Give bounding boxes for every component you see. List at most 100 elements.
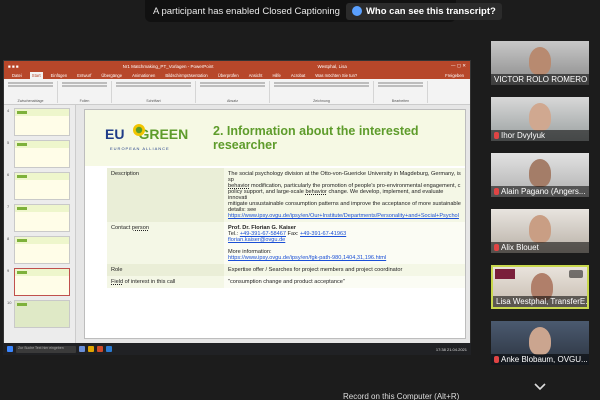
windows-start-icon[interactable]: [7, 346, 13, 352]
row-label: Description: [107, 168, 224, 222]
participant-name-label: Alain Pagano (Angers...: [491, 186, 589, 197]
powerpoint-icon[interactable]: [97, 346, 103, 352]
user-name: Westphal, Lisa: [317, 63, 347, 69]
window-title: Nr1 Matchmaking_PT_Vorlagen - PowerPoint: [122, 63, 214, 69]
fax-link[interactable]: +49-391-67-41963: [300, 231, 346, 237]
thumbnail: [14, 300, 70, 328]
thumbnail-slide-selected[interactable]: 9: [7, 268, 72, 296]
thumbnail-slide[interactable]: 8: [7, 236, 72, 264]
table-row: Field of interest in this call "consumpt…: [107, 276, 465, 288]
closed-caption-banner: A participant has enabled Closed Caption…: [145, 0, 502, 22]
slide-title: 2. Information about the interested rese…: [213, 124, 419, 152]
more-info-link[interactable]: https://www.ipsy.ovgu.de/ipsy/en/fgk-pat…: [228, 255, 386, 261]
participant-tile[interactable]: Anke Blobaum, OVGU...: [491, 321, 589, 365]
ribbon-group-font[interactable]: Schriftart: [116, 81, 196, 103]
tell-me-search[interactable]: Was möchten Sie tun?: [313, 72, 359, 79]
researcher-info-table: Description The social psychology divisi…: [107, 168, 465, 288]
thumbnail: [14, 108, 70, 136]
participant-video: [529, 327, 551, 355]
muted-mic-icon: [494, 132, 499, 139]
participant-tile[interactable]: Ihor Dvylyuk: [491, 97, 589, 141]
table-row: Role Expertise offer / Searches for proj…: [107, 264, 465, 276]
thumbnail: [14, 140, 70, 168]
editor-workspace: 4 5 6 7 8 9 10 EU GREEN EUROPEAN ALLIANC…: [4, 105, 470, 345]
department-link[interactable]: https://www.ipsy.ovgu.de/ipsy/en/Our+Ins…: [228, 213, 459, 219]
participant-name-label: VICTOR ROLO ROMERO: [491, 74, 589, 85]
taskbar-app-icon[interactable]: [79, 346, 85, 352]
more-options-icon[interactable]: [569, 270, 583, 278]
ribbon-group-paragraph[interactable]: Absatz: [200, 81, 270, 103]
folder-icon[interactable]: [88, 346, 94, 352]
ribbon-group-editing[interactable]: Bearbeiten: [378, 81, 428, 103]
thumbnail-slide[interactable]: 4: [7, 108, 72, 136]
tab-hilfe[interactable]: Hilfe: [270, 72, 282, 79]
row-label: Role: [107, 264, 224, 276]
thumbnail: [14, 204, 70, 232]
participant-video: [529, 215, 551, 243]
muted-mic-icon: [494, 356, 499, 363]
logo-subtitle: EUROPEAN ALLIANCE: [110, 146, 170, 151]
tab-datei[interactable]: Datei: [10, 72, 24, 79]
participant-tile[interactable]: Alain Pagano (Angers...: [491, 153, 589, 197]
tab-animationen[interactable]: Animationen: [130, 72, 157, 79]
table-row: Description The social psychology divisi…: [107, 168, 465, 222]
participant-name-label: Lisa Westphal, TransferE...: [493, 296, 587, 307]
slide[interactable]: EU GREEN EUROPEAN ALLIANCE 2. Informatio…: [84, 109, 466, 339]
participant-name-label: Ihor Dvylyuk: [491, 130, 589, 141]
tab-entwurf[interactable]: Entwurf: [75, 72, 93, 79]
tab-ueberpruefen[interactable]: Überprüfen: [216, 72, 241, 79]
chevron-down-icon[interactable]: [533, 382, 547, 392]
ribbon-tabs: Datei Start Einfügen Entwurf Übergänge A…: [4, 71, 470, 79]
thumbnail-slide[interactable]: 6: [7, 172, 72, 200]
windows-taskbar: Zur Suche Text hier eingeben 17:38 21.04…: [3, 343, 471, 355]
thumbnail: [14, 268, 70, 296]
row-label: Field of interest in this call: [107, 276, 224, 288]
role-text: Expertise offer / Searches for project m…: [224, 264, 465, 276]
slide-thumbnail-pane[interactable]: 4 5 6 7 8 9 10: [4, 105, 76, 345]
eu-green-logo: EU GREEN: [105, 124, 188, 142]
who-can-see-transcript-label: Who can see this transcript?: [365, 5, 496, 17]
thumbnail-slide[interactable]: 7: [7, 204, 72, 232]
closed-caption-notice: A participant has enabled Closed Caption…: [153, 5, 340, 17]
participant-name-label: Alix Blouet: [491, 242, 589, 253]
window-controls[interactable]: — ▢ ✕: [451, 63, 466, 69]
thumbnail-slide[interactable]: 10: [7, 300, 72, 328]
thumbnail-slide[interactable]: 5: [7, 140, 72, 168]
share-button[interactable]: Freigeben: [443, 72, 466, 79]
email-link[interactable]: florian.kaiser@ovgu.de: [228, 237, 285, 243]
participant-video: [529, 47, 551, 75]
muted-mic-icon: [494, 188, 499, 195]
tab-uebergaenge[interactable]: Übergänge: [99, 72, 124, 79]
ribbon-group-slides[interactable]: Folien: [62, 81, 112, 103]
field-text: "consumption change and product acceptan…: [224, 276, 465, 288]
ribbon: Zwischenablage Folien Schriftart Absatz …: [4, 79, 470, 105]
tab-einfuegen[interactable]: Einfügen: [49, 72, 70, 79]
taskbar-search[interactable]: Zur Suche Text hier eingeben: [16, 345, 76, 353]
slide-canvas-area: EU GREEN EUROPEAN ALLIANCE 2. Informatio…: [76, 105, 470, 345]
ribbon-group-drawing[interactable]: Zeichnung: [274, 81, 374, 103]
tab-start[interactable]: Start: [29, 72, 43, 79]
shared-screen: ■ ■ ■ Nr1 Matchmaking_PT_Vorlagen - Powe…: [3, 60, 471, 355]
participant-tile-active-speaker[interactable]: Lisa Westphal, TransferE...: [491, 265, 589, 309]
tab-acrobat[interactable]: Acrobat: [289, 72, 307, 79]
taskbar-app-icon[interactable]: [106, 346, 112, 352]
who-can-see-transcript-button[interactable]: Who can see this transcript?: [345, 2, 502, 20]
zoom-meeting-window: A participant has enabled Closed Caption…: [0, 0, 600, 400]
participant-video: [529, 103, 551, 131]
powerpoint-titlebar: ■ ■ ■ Nr1 Matchmaking_PT_Vorlagen - Powe…: [4, 61, 470, 71]
participant-tile[interactable]: Alix Blouet: [491, 209, 589, 253]
taskbar-clock: 17:38 21.04.2021: [435, 346, 467, 352]
participant-name-label: Anke Blobaum, OVGU...: [491, 354, 589, 365]
star-logo-icon: [133, 124, 145, 136]
description-text: The social psychology division at the Ot…: [224, 168, 465, 222]
tab-ansicht[interactable]: Ansicht: [247, 72, 265, 79]
table-row: Contact person Prof. Dr. Florian G. Kais…: [107, 222, 465, 264]
ribbon-group-clipboard[interactable]: Zwischenablage: [8, 81, 58, 103]
thumbnail: [14, 236, 70, 264]
tab-bildschirmpraesentation[interactable]: Bildschirmpräsentation: [163, 72, 209, 79]
autosave-icon: ■ ■ ■: [8, 63, 19, 69]
participant-tile[interactable]: VICTOR ROLO ROMERO: [491, 41, 589, 85]
thumbnail: [14, 172, 70, 200]
record-hint: Record on this Computer (Alt+R): [343, 392, 460, 400]
people-icon: [351, 6, 362, 16]
